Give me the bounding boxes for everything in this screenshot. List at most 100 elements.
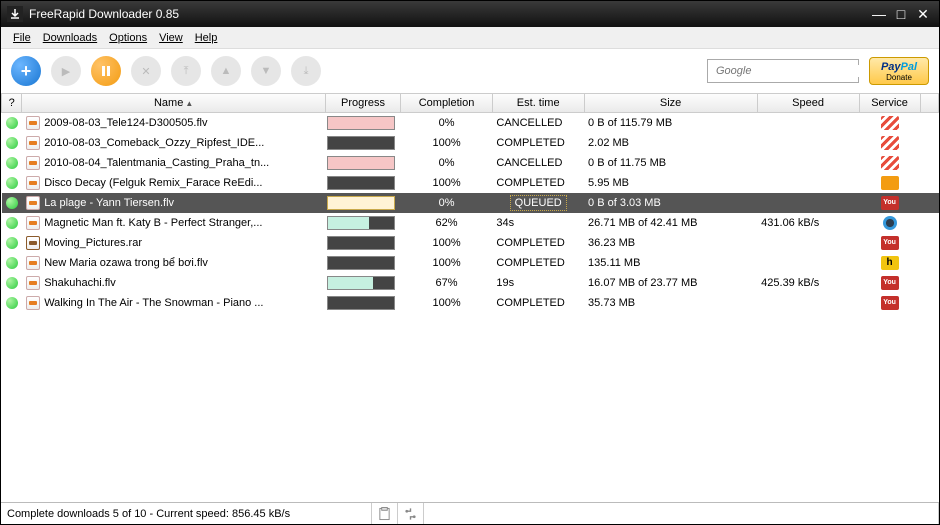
status-orb-icon [6,217,18,229]
search-box[interactable] [707,59,859,83]
col-header-name[interactable]: Name▲ [22,94,326,113]
completion-value: 62% [401,213,493,233]
menu-help[interactable]: Help [189,30,224,46]
size-value: 26.71 MB of 42.41 MB [584,213,757,233]
file-name: Magnetic Man ft. Katy B - Perfect Strang… [40,213,325,233]
table-row[interactable]: New Maria ozawa trong bể bơi.flv 100%COMP… [2,253,939,273]
service-icon: h [881,256,899,270]
minimize-button[interactable]: — [869,6,889,22]
clipboard-monitor-button[interactable] [372,503,398,524]
status-orb-icon [6,177,18,189]
est-value: 34s [496,217,514,229]
filetype-icon [26,276,40,290]
table-row[interactable]: Disco Decay (Felguk Remix_Farace ReEdi..… [2,173,939,193]
file-name: 2010-08-04_Talentmania_Casting_Praha_tn.… [40,153,325,173]
filetype-icon [26,196,40,210]
filetype-icon [26,156,40,170]
speed-value [757,133,859,153]
service-icon [881,136,899,150]
col-header-completion[interactable]: Completion [401,94,493,113]
est-value: COMPLETED [496,137,564,149]
donate-button[interactable]: PayPal Donate [869,57,929,85]
play-button[interactable]: ▶ [51,56,81,86]
downloads-table: ? Name▲ Progress Completion Est. time Si… [1,94,939,313]
menu-view[interactable]: View [153,30,189,46]
speed-value: 431.06 kB/s [757,213,859,233]
col-header-est[interactable]: Est. time [492,94,584,113]
menu-options[interactable]: Options [103,30,153,46]
status-orb-icon [6,137,18,149]
size-value: 2.02 MB [584,133,757,153]
menu-file[interactable]: File [7,30,37,46]
est-value: CANCELLED [496,157,562,169]
filetype-icon [26,296,40,310]
table-row[interactable]: 2010-08-04_Talentmania_Casting_Praha_tn.… [2,153,939,173]
filetype-icon [26,216,40,230]
cancel-button[interactable]: ✕ [131,56,161,86]
status-orb-icon [6,277,18,289]
col-header-progress[interactable]: Progress [325,94,400,113]
speed-value [757,253,859,273]
est-value: COMPLETED [496,257,564,269]
table-row[interactable]: Shakuhachi.flv67%19s16.07 MB of 23.77 MB… [2,273,939,293]
speed-value: 425.39 kB/s [757,273,859,293]
speed-value [757,233,859,253]
file-name: Disco Decay (Felguk Remix_Farace ReEdi..… [40,173,325,193]
col-header-service[interactable]: Service [859,94,920,113]
toolbar: + ▶ ✕ ⤒ ▲ ▼ ⤓ PayPal Donate [1,49,939,93]
paypal-logo: PayPal [881,61,917,73]
pause-button[interactable] [91,56,121,86]
col-header-size[interactable]: Size [584,94,757,113]
window-title: FreeRapid Downloader 0.85 [29,7,867,21]
completion-value: 100% [401,253,493,273]
menubar: File Downloads Options View Help [1,27,939,49]
table-row[interactable]: 2010-08-03_Comeback_Ozzy_Ripfest_IDE...1… [2,133,939,153]
speed-value [757,293,859,313]
sort-asc-icon: ▲ [185,99,193,108]
est-value: QUEUED [510,195,567,211]
add-button[interactable]: + [11,56,41,86]
file-name: New Maria ozawa trong bể bơi.flv [40,253,325,273]
maximize-button[interactable]: □ [891,6,911,22]
progress-bar [327,176,395,190]
speed-value [757,113,859,133]
move-bottom-button[interactable]: ⤓ [291,56,321,86]
col-header-q[interactable]: ? [2,94,22,113]
completion-value: 0% [401,153,493,173]
speed-value [757,153,859,173]
close-button[interactable]: ✕ [913,6,933,22]
donate-label: Donate [886,73,912,82]
file-name: Shakuhachi.flv [40,273,325,293]
size-value: 0 B of 3.03 MB [584,193,757,213]
search-input[interactable] [716,65,859,77]
connection-button[interactable] [398,503,424,524]
service-icon: You [881,236,899,250]
file-name: Walking In The Air - The Snowman - Piano… [40,293,325,313]
service-icon [881,116,899,130]
status-orb-icon [6,237,18,249]
table-row[interactable]: Moving_Pictures.rar100%COMPLETED36.23 MB… [2,233,939,253]
app-icon [7,6,23,22]
progress-bar [327,276,395,290]
completion-value: 67% [401,273,493,293]
move-up-button[interactable]: ▲ [211,56,241,86]
col-header-speed[interactable]: Speed [757,94,859,113]
file-name: 2009-08-03_Tele124-D300505.flv [40,113,325,133]
table-row[interactable]: 2009-08-03_Tele124-D300505.flv0%CANCELLE… [2,113,939,133]
table-row[interactable]: Magnetic Man ft. Katy B - Perfect Strang… [2,213,939,233]
completion-value: 100% [401,133,493,153]
menu-downloads[interactable]: Downloads [37,30,103,46]
progress-bar [327,256,395,270]
size-value: 5.95 MB [584,173,757,193]
size-value: 36.23 MB [584,233,757,253]
filetype-icon [26,116,40,130]
table-row[interactable]: La plage - Yann Tiersen.flv0%QUEUED0 B o… [2,193,939,213]
table-row[interactable]: Walking In The Air - The Snowman - Piano… [2,293,939,313]
speed-value [757,173,859,193]
move-top-button[interactable]: ⤒ [171,56,201,86]
size-value: 0 B of 115.79 MB [584,113,757,133]
col-header-config[interactable] [920,94,938,113]
size-value: 135.11 MB [584,253,757,273]
status-orb-icon [6,157,18,169]
move-down-button[interactable]: ▼ [251,56,281,86]
